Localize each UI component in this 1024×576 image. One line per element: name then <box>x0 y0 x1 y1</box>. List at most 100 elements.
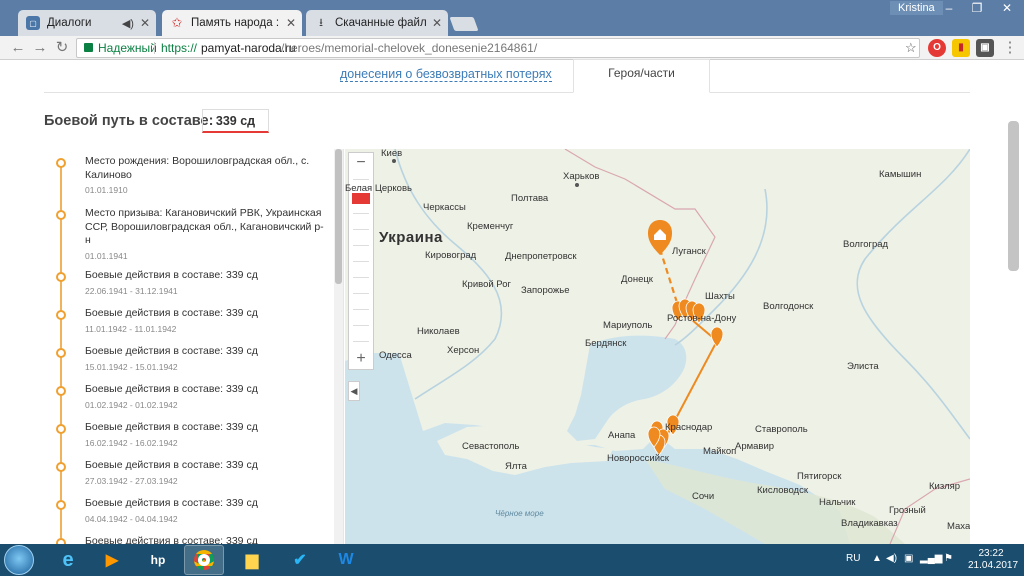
city-label: Владикавказ <box>841 518 898 529</box>
back-icon[interactable]: ← <box>8 38 28 58</box>
timeline-date: 11.01.1942 - 11.01.1942 <box>85 323 177 334</box>
timeline-scrollbar[interactable] <box>334 149 343 544</box>
zoom-in-icon[interactable]: + <box>349 349 373 369</box>
bookmark-star-icon[interactable]: ☆ <box>905 39 917 57</box>
action-center-icon[interactable]: ⚑ <box>944 553 953 564</box>
hp-icon[interactable]: hp <box>138 545 178 575</box>
timeline-text: Боевые действия в составе: 339 сд 04.04.1… <box>85 497 325 526</box>
zoom-level-indicator[interactable] <box>352 193 370 204</box>
city-label: Ялта <box>505 461 527 472</box>
timeline-text: Боевые действия в составе: 339 сд 01.02.1… <box>85 383 325 412</box>
lock-icon <box>84 43 93 52</box>
timeline-date: 27.03.1942 - 27.03.1942 <box>85 475 178 486</box>
collapse-panel-icon[interactable]: ◀ <box>348 381 360 401</box>
app-icon[interactable]: ✔ <box>280 545 320 575</box>
address-bar[interactable]: Надежный https:// pamyat-naroda.ru /hero… <box>76 38 920 58</box>
unit-selector[interactable]: 339 сд <box>202 109 269 133</box>
ie-icon[interactable]: e <box>48 545 88 575</box>
tab-title: Диалоги <box>47 17 92 29</box>
timeline: Место рождения: Ворошиловградская обл., … <box>44 149 344 544</box>
timeline-dot-icon <box>56 158 66 168</box>
tab-title: Память народа :: Донес <box>191 17 280 29</box>
close-icon[interactable]: ✕ <box>140 16 150 30</box>
taskbar: e ▶ hp ▆ ✔ W RU ▲ ◀) ▣ ▂▄▆ ⚑ 23:22 21.04… <box>0 544 1024 576</box>
tray-arrow-icon[interactable]: ▲ <box>872 553 882 564</box>
menu-icon[interactable]: ⋮ <box>1000 38 1020 58</box>
file-explorer-icon[interactable]: ▆ <box>232 545 272 575</box>
city-label: Черкассы <box>423 202 466 213</box>
zoom-step[interactable] <box>353 309 369 310</box>
timeline-title: Место призыва: Кагановичский РВК, Украин… <box>85 207 324 246</box>
zoom-step[interactable] <box>353 245 369 246</box>
zoom-step[interactable] <box>353 213 369 214</box>
clock[interactable]: 23:22 21.04.2017 <box>968 548 1019 572</box>
scroll-thumb[interactable] <box>335 149 342 284</box>
extension-flag-icon[interactable]: ▮ <box>952 39 970 57</box>
timeline-dot-icon <box>56 272 66 282</box>
city-label: Махачкала <box>947 521 970 532</box>
close-icon[interactable]: ✕ <box>286 16 296 30</box>
zoom-step[interactable] <box>353 293 369 294</box>
tab-dialogs[interactable]: ▢ Диалоги ◀) ✕ <box>18 10 156 36</box>
url-path: /heroes/memorial-chelovek_donesenie21648… <box>281 41 538 55</box>
media-player-icon[interactable]: ▶ <box>92 545 132 575</box>
city-label: Бердянск <box>585 338 627 349</box>
tab-pamyat-naroda[interactable]: ✩ Память народа :: Донес ✕ <box>162 10 302 36</box>
timeline-dot-icon <box>56 348 66 358</box>
timeline-dot-icon <box>56 462 66 472</box>
forward-icon[interactable]: → <box>30 38 50 58</box>
network-icon[interactable]: ▂▄▆ <box>920 553 942 564</box>
timeline-text: Боевые действия в составе: 339 сд <box>85 535 325 544</box>
clock-date: 21.04.2017 <box>968 560 1019 571</box>
timeline-title: Боевые действия в составе: 339 сд <box>85 497 258 509</box>
city-label: Кировоград <box>425 250 477 261</box>
zoom-step[interactable] <box>353 325 369 326</box>
zoom-step[interactable] <box>353 277 369 278</box>
tab-hero-unit[interactable]: Героя/части <box>573 59 710 93</box>
zoom-step[interactable] <box>353 179 369 180</box>
zoom-step[interactable] <box>353 229 369 230</box>
city-label: Белая Церковь <box>345 183 412 194</box>
timeline-text: Боевые действия в составе: 339 сд 27.03.1… <box>85 459 325 488</box>
start-button[interactable] <box>4 545 34 575</box>
city-label: Киев <box>381 149 403 159</box>
new-tab-button[interactable] <box>449 17 479 31</box>
timeline-title: Боевые действия в составе: 339 сд <box>85 535 258 544</box>
restore-icon[interactable]: ❐ <box>962 0 992 16</box>
city-label: Донецк <box>621 274 653 285</box>
sea-label: Чёрное море <box>495 509 544 518</box>
city-dot <box>392 159 396 163</box>
zoom-out-icon[interactable]: − <box>349 153 373 173</box>
close-window-icon[interactable]: ✕ <box>992 0 1022 16</box>
tab-losses-reports[interactable]: донесения о безвозвратных потерях <box>340 67 552 82</box>
extension-icon[interactable]: ▣ <box>976 39 994 57</box>
device-icon[interactable]: ▣ <box>904 553 913 564</box>
word-icon[interactable]: W <box>326 545 366 575</box>
minimize-icon[interactable]: – <box>934 0 964 16</box>
country-label: Украина <box>379 229 443 246</box>
city-label: Элиста <box>847 361 879 372</box>
city-label: Ставрополь <box>755 424 808 435</box>
tab-strip: ▢ Диалоги ◀) ✕ ✩ Память народа :: Донес … <box>0 0 1024 36</box>
zoom-step[interactable] <box>353 341 369 342</box>
city-label: Краснодар <box>665 422 713 433</box>
city-label: Одесса <box>379 350 412 361</box>
map[interactable]: − + ◀ Киев Белая Церковь Харьков Камышин <box>345 149 970 544</box>
city-label: Сочи <box>692 491 715 502</box>
vk-icon: ▢ <box>26 16 40 30</box>
zoom-step[interactable] <box>353 261 369 262</box>
tab-downloads[interactable]: ⭳ Скачанные файлы ✕ <box>306 10 448 36</box>
opera-extension-icon[interactable]: O <box>928 39 946 57</box>
city-label: Анапа <box>608 430 636 441</box>
close-icon[interactable]: ✕ <box>432 16 442 30</box>
volume-icon[interactable]: ◀) <box>886 553 897 564</box>
chrome-icon[interactable] <box>184 545 224 575</box>
reload-icon[interactable]: ↻ <box>52 38 72 58</box>
language-indicator[interactable]: RU <box>846 553 860 564</box>
timeline-title: Боевые действия в составе: 339 сд <box>85 383 258 395</box>
timeline-text: Боевые действия в составе: 339 сд 16.02.1… <box>85 421 325 450</box>
timeline-text: Место призыва: Кагановичский РВК, Украин… <box>85 207 325 263</box>
city-label: Пятигорск <box>797 471 842 482</box>
page-scrollbar[interactable] <box>1008 121 1019 271</box>
timeline-text: Боевые действия в составе: 339 сд 15.01.1… <box>85 345 325 374</box>
